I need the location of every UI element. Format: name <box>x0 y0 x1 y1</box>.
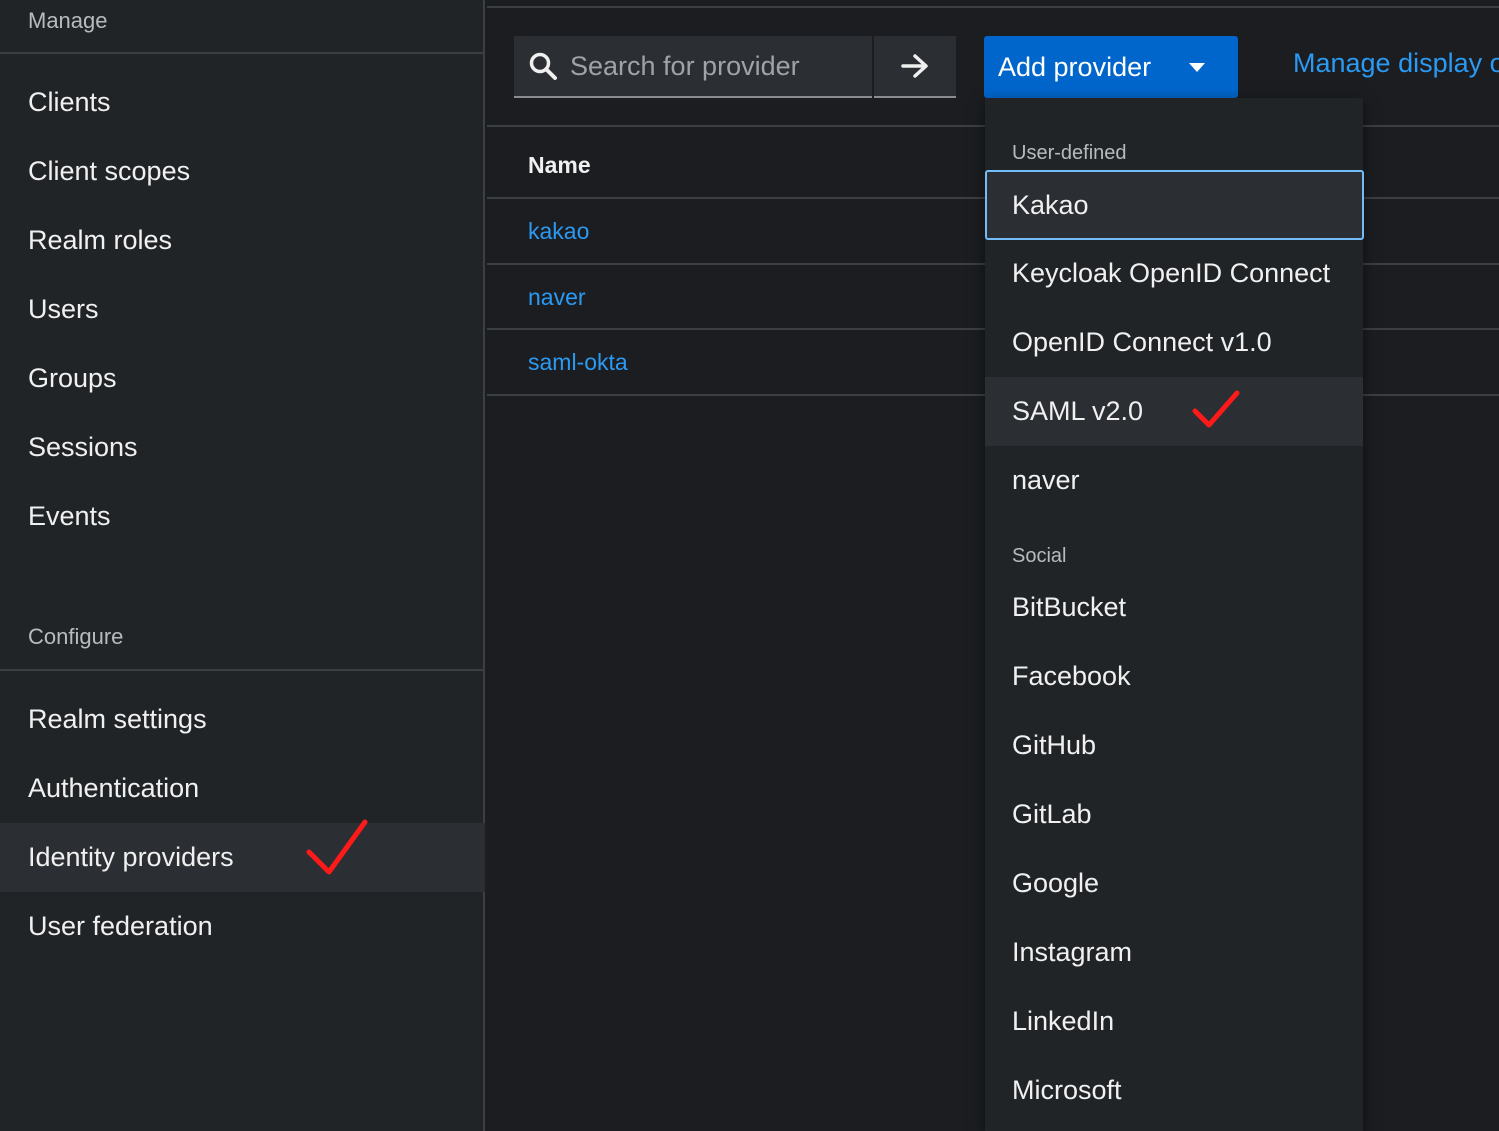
red-checkmark-icon <box>306 819 368 875</box>
sidebar-item-events[interactable]: Events <box>0 482 485 551</box>
menu-item-saml-v2[interactable]: SAML v2.0 <box>985 377 1363 446</box>
menu-item-gitlab[interactable]: GitLab <box>985 780 1363 849</box>
divider <box>0 52 485 54</box>
add-provider-label: Add provider <box>998 51 1152 82</box>
search-input[interactable] <box>570 50 860 82</box>
manage-section-label: Manage <box>28 8 108 33</box>
sidebar-item-realm-roles[interactable]: Realm roles <box>0 206 485 275</box>
sidebar-item-identity-providers[interactable]: Identity providers <box>0 823 485 892</box>
menu-group-label-user-defined: User-defined <box>1012 142 1127 164</box>
menu-item-openid-connect-v1[interactable]: OpenID Connect v1.0 <box>985 308 1363 377</box>
provider-link-saml-okta[interactable]: saml-okta <box>528 349 628 376</box>
sidebar-item-realm-settings[interactable]: Realm settings <box>0 685 485 754</box>
red-checkmark-icon <box>1192 390 1240 428</box>
menu-item-bitbucket[interactable]: BitBucket <box>985 573 1363 642</box>
menu-item-kakao[interactable]: Kakao <box>985 170 1364 240</box>
sidebar-item-client-scopes[interactable]: Client scopes <box>0 137 485 206</box>
menu-item-naver[interactable]: naver <box>985 446 1363 515</box>
menu-item-keycloak-openid-connect[interactable]: Keycloak OpenID Connect <box>985 239 1363 308</box>
menu-item-linkedin[interactable]: LinkedIn <box>985 987 1363 1056</box>
menu-group-label-social: Social <box>1012 545 1067 567</box>
sidebar-item-sessions[interactable]: Sessions <box>0 413 485 482</box>
sidebar-item-user-federation[interactable]: User federation <box>0 892 485 961</box>
add-provider-menu: User-defined Kakao Keycloak OpenID Conne… <box>985 98 1364 1131</box>
menu-item-label: SAML v2.0 <box>1012 396 1144 426</box>
search-box[interactable] <box>514 36 872 98</box>
divider <box>0 669 485 671</box>
search-icon <box>529 52 557 80</box>
menu-item-microsoft[interactable]: Microsoft <box>985 1056 1363 1125</box>
sidebar-item-clients[interactable]: Clients <box>0 68 485 137</box>
search-submit-button[interactable] <box>874 36 956 98</box>
arrow-right-icon <box>901 54 928 78</box>
provider-link-kakao[interactable]: kakao <box>528 218 589 245</box>
column-header-name[interactable]: Name <box>528 152 591 179</box>
menu-item-instagram[interactable]: Instagram <box>985 918 1363 987</box>
configure-section-label: Configure <box>28 624 124 649</box>
sidebar-item-authentication[interactable]: Authentication <box>0 754 485 823</box>
divider <box>487 6 1499 8</box>
menu-item-github[interactable]: GitHub <box>985 711 1363 780</box>
provider-link-naver[interactable]: naver <box>528 284 586 311</box>
sidebar-item-groups[interactable]: Groups <box>0 344 485 413</box>
manage-display-order-link[interactable]: Manage display o <box>1293 48 1499 79</box>
sidebar: Manage Clients Client scopes Realm roles… <box>0 0 485 1131</box>
caret-down-icon <box>1189 63 1205 72</box>
add-provider-button[interactable]: Add provider <box>984 36 1238 98</box>
menu-item-facebook[interactable]: Facebook <box>985 642 1363 711</box>
sidebar-item-users[interactable]: Users <box>0 275 485 344</box>
menu-item-google[interactable]: Google <box>985 849 1363 918</box>
